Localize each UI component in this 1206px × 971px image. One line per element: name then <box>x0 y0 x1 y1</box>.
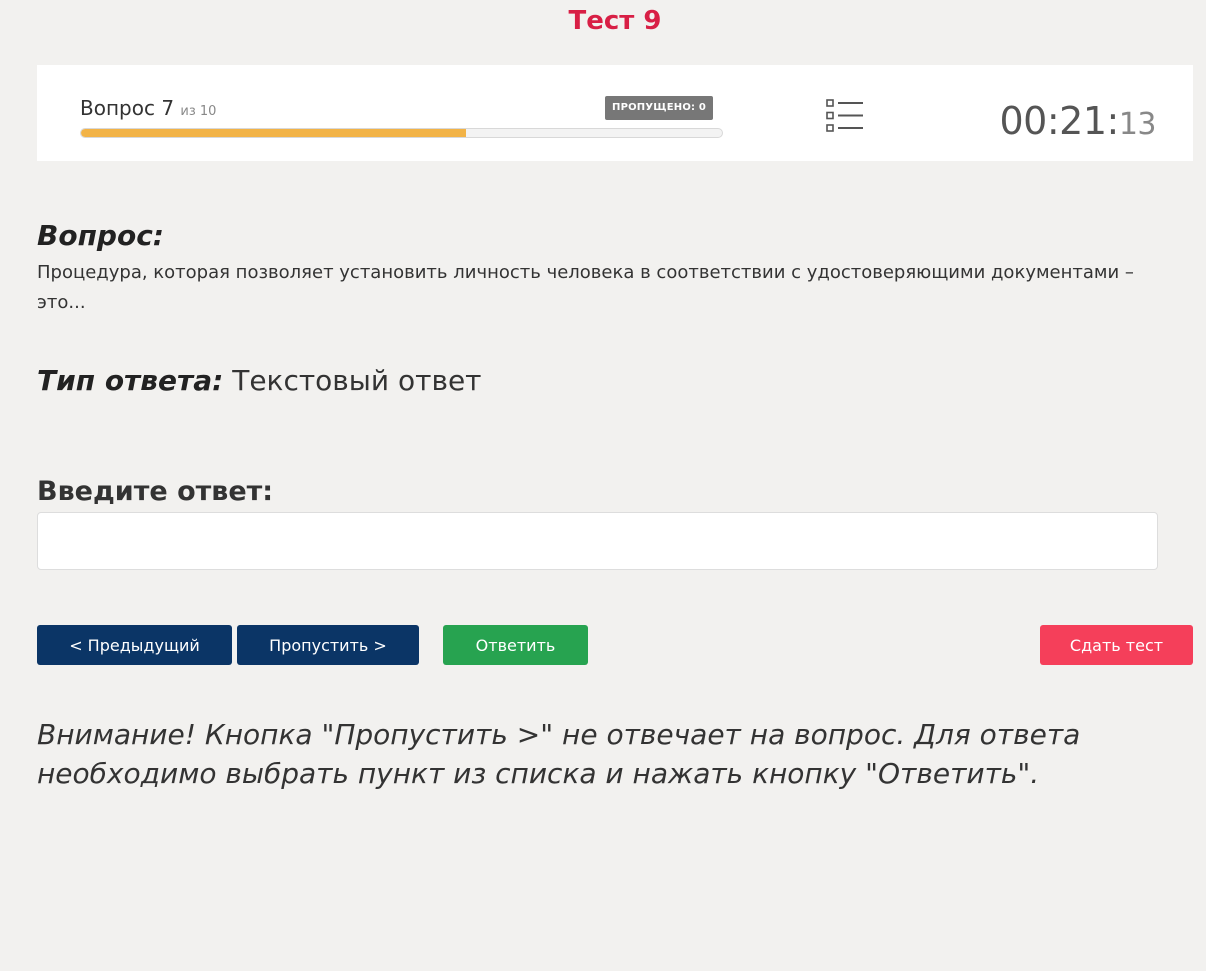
answer-type: Тип ответа: Текстовый ответ <box>37 364 481 397</box>
question-counter: Вопрос 7 из 10 <box>80 96 216 120</box>
skipped-badge: ПРОПУЩЕНО: 0 <box>605 96 714 120</box>
previous-button[interactable]: < Предыдущий <box>37 625 232 665</box>
answer-type-value: Текстовый ответ <box>223 364 482 397</box>
warning-text: Внимание! Кнопка "Пропустить >" не отвеч… <box>37 718 1081 790</box>
status-panel: Вопрос 7 из 10 ПРОПУЩЕНО: 0 00:21:13 <box>37 65 1193 161</box>
answer-button[interactable]: Ответить <box>443 625 588 665</box>
submit-test-button[interactable]: Сдать тест <box>1040 625 1193 665</box>
answer-input[interactable] <box>37 512 1158 570</box>
question-total: из 10 <box>180 104 217 119</box>
page-title: Тест 9 <box>568 6 662 36</box>
timer-seconds: 13 <box>1118 107 1157 142</box>
question-heading: Вопрос: <box>37 219 164 252</box>
question-list-icon[interactable] <box>826 99 864 133</box>
answer-label: Введите ответ: <box>37 476 274 507</box>
timer: 00:21:13 <box>1000 99 1157 143</box>
progress-bar <box>80 128 723 138</box>
question-text: Процедура, которая позволяет установить … <box>37 262 1134 313</box>
timer-main: 00:21: <box>999 99 1120 143</box>
question-number: Вопрос 7 <box>80 96 175 120</box>
progress-fill <box>81 129 466 137</box>
answer-type-label: Тип ответа: <box>37 364 224 397</box>
skip-button[interactable]: Пропустить > <box>237 625 419 665</box>
